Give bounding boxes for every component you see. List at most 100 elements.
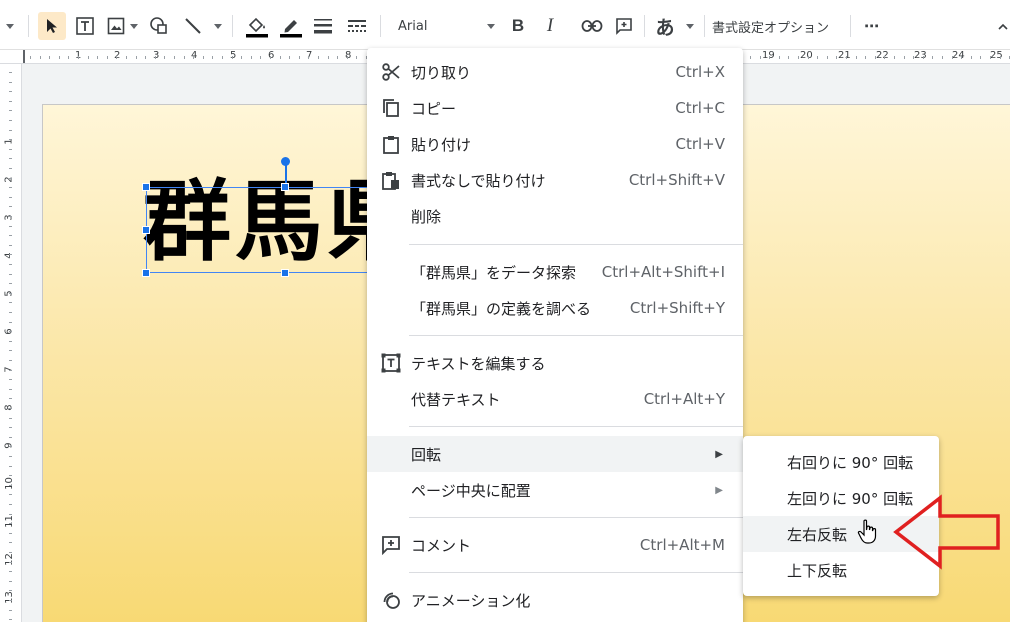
input-tools-button[interactable]: あ: [652, 12, 678, 40]
insert-comment-button[interactable]: [612, 12, 636, 40]
menu-item-rotate[interactable]: 回転 ▶: [367, 436, 743, 472]
ruler-tick: [9, 340, 12, 342]
text-box-icon: [381, 353, 401, 373]
menu-item-center-on-page[interactable]: ページ中央に配置 ▶: [367, 472, 743, 508]
menu-item-comment[interactable]: コメント Ctrl+Alt+M: [367, 527, 743, 563]
menu-item-define[interactable]: 「群馬県」の定義を調べる Ctrl+Shift+Y: [367, 290, 743, 326]
ruler-tick: [145, 56, 147, 59]
menu-item-label: 「群馬県」をデータ探索: [411, 263, 577, 282]
menu-item-paste-plain[interactable]: 書式なしで貼り付け Ctrl+Shift+V: [367, 162, 743, 198]
fill-color-button[interactable]: [242, 12, 272, 40]
ruler-tick: [212, 56, 214, 59]
menu-item-label: 「群馬県」の定義を調べる: [411, 299, 592, 318]
cursor-arrow-icon: [47, 19, 57, 33]
add-comment-icon: [616, 18, 632, 35]
menu-item-label: 貼り付け: [411, 135, 472, 154]
menu-item-label: コピー: [411, 99, 457, 118]
menu-divider: [409, 244, 743, 245]
menu-item-alt-text[interactable]: 代替テキスト Ctrl+Alt+Y: [367, 381, 743, 417]
bold-button[interactable]: B: [506, 12, 530, 40]
border-color-button[interactable]: [276, 12, 306, 40]
chevron-down-icon[interactable]: [214, 24, 222, 29]
ruler-tick: [174, 56, 175, 59]
menu-item-shortcut: Ctrl+Alt+Shift+I: [601, 263, 725, 281]
ruler-tick: [116, 56, 118, 59]
menu-item-delete[interactable]: 削除: [367, 198, 743, 234]
border-weight-icon: [314, 19, 332, 34]
link-icon: [581, 20, 603, 32]
collapse-toolbar-button[interactable]: [996, 12, 1010, 40]
hand-pointer-icon: [857, 519, 879, 549]
ruler-tick: [980, 56, 982, 59]
italic-button[interactable]: I: [538, 12, 562, 40]
rotation-handle[interactable]: [281, 157, 290, 166]
chevron-down-icon[interactable]: [6, 24, 14, 29]
format-options-button[interactable]: 書式設定オプション: [712, 12, 829, 40]
more-button[interactable]: ⋯: [858, 12, 886, 40]
ruler-tick: [817, 56, 819, 59]
ruler-tick: [970, 56, 972, 59]
ruler-tick: [9, 484, 12, 486]
chevron-down-icon[interactable]: [487, 24, 495, 29]
ruler-tick: [9, 225, 12, 227]
border-dash-button[interactable]: [344, 12, 370, 40]
animation-icon: [381, 590, 401, 610]
font-select[interactable]: Arial: [392, 12, 498, 40]
resize-handle[interactable]: [142, 269, 150, 277]
copy-icon: [381, 98, 401, 118]
ruler-tick: [9, 446, 12, 448]
menu-item-shortcut: Ctrl+C: [675, 99, 725, 117]
line-tool-button[interactable]: [180, 12, 206, 40]
ruler-tick: [9, 379, 12, 381]
ruler-tick: [9, 436, 12, 438]
vertical-ruler[interactable]: 1 2 3 4 5 6 7 8 9 10 11 12 13: [0, 64, 22, 622]
ruler-tick: [9, 120, 12, 121]
menu-item-edit-text[interactable]: テキストを編集する: [367, 345, 743, 381]
text-box-tool-button[interactable]: [72, 12, 98, 40]
select-tool-button[interactable]: [38, 12, 66, 40]
resize-handle[interactable]: [281, 269, 289, 277]
ruler-tick: [9, 129, 12, 131]
ruler-tick: [9, 465, 12, 467]
ruler-tick: [894, 56, 895, 59]
menu-item-animate[interactable]: アニメーション化: [367, 582, 743, 618]
ruler-tick: [9, 456, 12, 457]
border-dash-icon: [348, 20, 366, 32]
chevron-down-icon[interactable]: [686, 24, 694, 29]
ruler-tick: [337, 56, 339, 59]
submenu-item-rotate-cw[interactable]: 右回りに 90° 回転: [743, 444, 939, 480]
resize-handle[interactable]: [281, 183, 289, 191]
ruler-tick: [9, 206, 12, 208]
ruler-tick: [154, 56, 156, 59]
menu-divider: [409, 572, 743, 573]
resize-handle[interactable]: [142, 226, 150, 234]
ruler-tick: [9, 590, 12, 592]
menu-item-copy[interactable]: コピー Ctrl+C: [367, 90, 743, 126]
border-weight-button[interactable]: [310, 12, 336, 40]
shape-tool-button[interactable]: [146, 12, 172, 40]
menu-item-paste[interactable]: 貼り付け Ctrl+V: [367, 126, 743, 162]
ruler-tick: [356, 56, 358, 59]
ruler-tick: [9, 523, 12, 525]
selection-box[interactable]: [146, 187, 386, 273]
menu-item-shortcut: Ctrl+Shift+V: [628, 171, 725, 189]
ruler-tick: [318, 56, 319, 59]
ruler-tick: [961, 56, 963, 59]
ruler-tick: [807, 56, 809, 59]
menu-item-label: コメント: [411, 536, 472, 555]
resize-handle[interactable]: [142, 183, 150, 191]
ruler-tick: [126, 56, 127, 59]
menu-item-label: ページ中央に配置: [411, 481, 531, 500]
ruler-tick: [798, 56, 799, 59]
chevron-down-icon[interactable]: [130, 24, 138, 29]
ruler-tick: [30, 56, 31, 59]
ruler-tick: [759, 56, 761, 59]
menu-item-explore[interactable]: 「群馬県」をデータ探索 Ctrl+Alt+Shift+I: [367, 254, 743, 290]
ruler-indent-marker[interactable]: [23, 50, 25, 63]
menu-item-label: アニメーション化: [411, 591, 531, 610]
image-tool-button[interactable]: [104, 12, 128, 40]
ruler-tick: [769, 56, 771, 59]
menu-item-cut[interactable]: 切り取り Ctrl+X: [367, 54, 743, 90]
ruler-tick: [289, 56, 291, 59]
insert-link-button[interactable]: [578, 12, 606, 40]
